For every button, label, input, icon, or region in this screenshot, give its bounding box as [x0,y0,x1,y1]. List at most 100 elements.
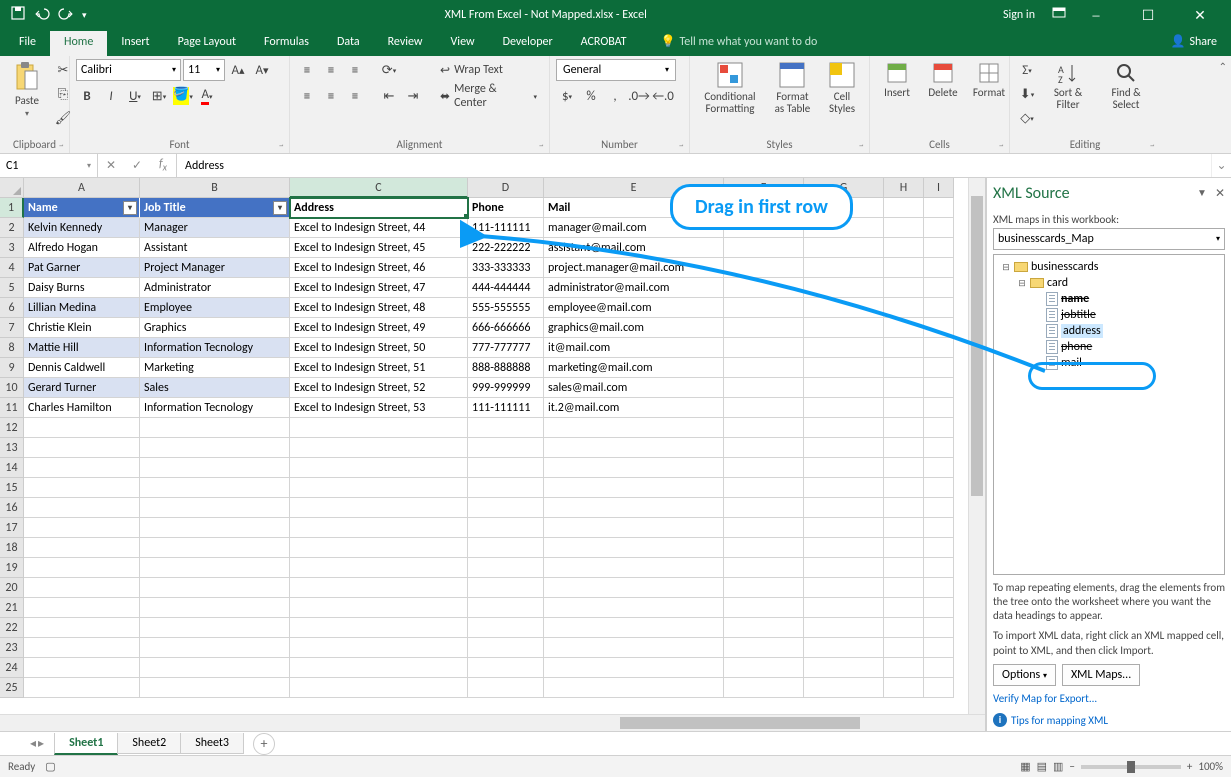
cell[interactable] [804,438,884,458]
formula-input[interactable]: Address [177,154,1211,177]
cell[interactable] [804,598,884,618]
merge-center-button[interactable]: ⬌Merge & Center▾ [434,85,543,107]
cell[interactable] [804,338,884,358]
paste-button[interactable]: Paste ▾ [6,59,48,121]
align-center-button[interactable]: ≡ [320,85,342,107]
vertical-scrollbar[interactable] [968,178,985,714]
row-header[interactable]: 4 [0,258,24,278]
row-header[interactable]: 18 [0,538,24,558]
cell[interactable] [140,638,290,658]
cell[interactable]: Alfredo Hogan [24,238,140,258]
cell[interactable] [804,678,884,698]
cell[interactable] [804,378,884,398]
cell[interactable] [884,218,924,238]
cell[interactable] [924,638,954,658]
cell[interactable] [924,398,954,418]
tab-view[interactable]: View [437,31,489,56]
align-bottom-button[interactable]: ≡ [344,59,366,81]
row-header[interactable]: 8 [0,338,24,358]
vscroll-thumb[interactable] [971,196,983,496]
cell[interactable] [468,558,544,578]
cell[interactable]: 777-777777 [468,338,544,358]
cell[interactable] [804,538,884,558]
cell[interactable] [140,618,290,638]
align-middle-button[interactable]: ≡ [320,59,342,81]
macro-record-icon[interactable]: ▢ [45,760,55,773]
cell[interactable] [924,578,954,598]
cell[interactable]: it.2@mail.com [544,398,724,418]
name-box[interactable]: C1▾ [0,154,98,177]
cell[interactable] [924,238,954,258]
column-header[interactable]: I [924,178,954,198]
cell[interactable]: Pat Garner [24,258,140,278]
cell[interactable] [724,558,804,578]
row-header[interactable]: 23 [0,638,24,658]
cell[interactable] [544,678,724,698]
cell[interactable] [884,538,924,558]
cell[interactable] [884,478,924,498]
cell[interactable] [924,498,954,518]
cell[interactable] [884,318,924,338]
tab-page-layout[interactable]: Page Layout [164,31,250,56]
increase-decimal-button[interactable]: .0→ [628,85,650,107]
number-format-combo[interactable]: General▾ [556,59,676,81]
cell[interactable]: Excel to Indesign Street, 48 [290,298,468,318]
cell[interactable] [884,558,924,578]
cell[interactable]: Dennis Caldwell [24,358,140,378]
tab-acrobat[interactable]: ACROBAT [567,31,641,56]
cell[interactable] [804,518,884,538]
cell[interactable] [140,478,290,498]
cell[interactable]: 999-999999 [468,378,544,398]
cell[interactable] [724,518,804,538]
cell[interactable] [724,358,804,378]
cell[interactable] [884,298,924,318]
cell[interactable] [884,518,924,538]
undo-icon[interactable] [34,5,50,25]
close-button[interactable]: ✕ [1177,0,1223,30]
xml-panel-close-icon[interactable]: ✕ [1215,186,1225,201]
column-header[interactable]: D [468,178,544,198]
cell[interactable] [724,298,804,318]
cell[interactable] [924,618,954,638]
cell[interactable] [24,518,140,538]
cell[interactable] [884,438,924,458]
comma-button[interactable]: , [604,85,626,107]
cell[interactable]: Information Tecnology [140,398,290,418]
zoom-thumb[interactable] [1127,761,1135,773]
cell[interactable] [924,558,954,578]
tree-node[interactable]: mail [998,355,1220,371]
row-header[interactable]: 21 [0,598,24,618]
cell[interactable] [140,578,290,598]
cell[interactable] [24,478,140,498]
row-header[interactable]: 20 [0,578,24,598]
cell[interactable] [24,598,140,618]
align-right-button[interactable]: ≡ [344,85,366,107]
cell[interactable] [884,258,924,278]
tab-formulas[interactable]: Formulas [250,31,323,56]
cell[interactable] [724,638,804,658]
cell[interactable] [544,618,724,638]
cell[interactable] [724,618,804,638]
fx-button[interactable]: fx [150,157,176,173]
cell[interactable]: Manager [140,218,290,238]
cell[interactable] [924,478,954,498]
collapse-ribbon-button[interactable]: ⌃ [1219,60,1227,73]
cell[interactable] [884,598,924,618]
cell[interactable] [804,558,884,578]
align-left-button[interactable]: ≡ [296,85,318,107]
cell[interactable]: Excel to Indesign Street, 46 [290,258,468,278]
clear-button[interactable]: ◇▾ [1016,107,1038,129]
decrease-decimal-button[interactable]: ←.0 [652,85,674,107]
cell[interactable] [24,438,140,458]
cell[interactable] [468,438,544,458]
cell[interactable]: 888-888888 [468,358,544,378]
cell[interactable] [468,598,544,618]
cell[interactable] [544,578,724,598]
cell[interactable] [884,398,924,418]
insert-cells-button[interactable]: Insert [876,59,918,101]
cell[interactable] [468,518,544,538]
cell[interactable]: Excel to Indesign Street, 52 [290,378,468,398]
row-header[interactable]: 12 [0,418,24,438]
cell[interactable] [924,418,954,438]
cell[interactable] [924,218,954,238]
